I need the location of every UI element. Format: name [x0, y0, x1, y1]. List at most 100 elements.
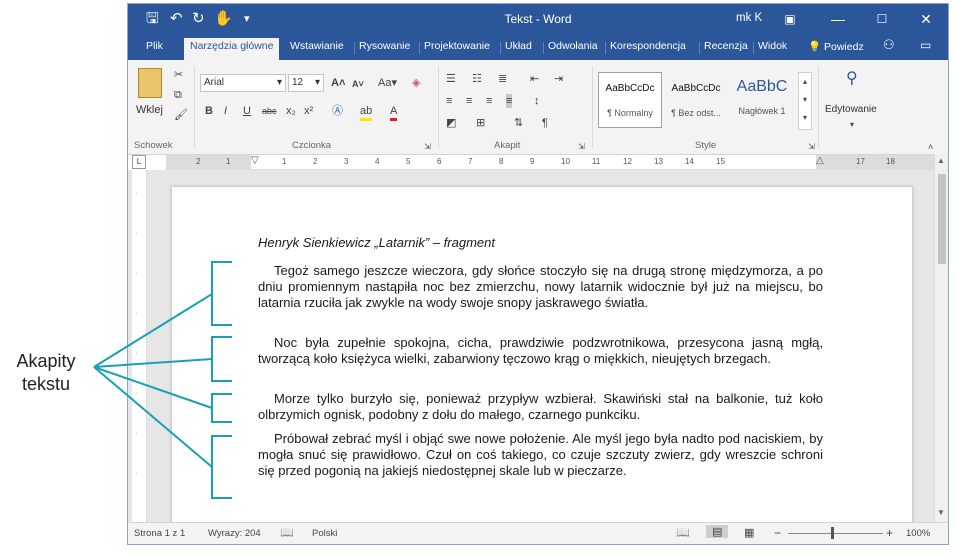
tab-draw[interactable]: Rysowanie: [359, 40, 410, 52]
language[interactable]: Polski: [312, 528, 337, 539]
underline-icon[interactable]: U: [243, 104, 251, 118]
highlight-icon[interactable]: ab: [360, 104, 373, 121]
strikethrough-icon[interactable]: abc: [262, 104, 277, 118]
increase-indent-icon[interactable]: ⇥: [554, 72, 563, 86]
subscript-icon[interactable]: x₂: [286, 104, 296, 118]
text-effects-icon[interactable]: Ⓐ: [332, 104, 343, 118]
scroll-down-icon[interactable]: ▼: [937, 508, 945, 517]
copy-icon[interactable]: ⧉: [174, 88, 182, 102]
dialog-launcher-icon[interactable]: ⇲: [578, 140, 585, 154]
tab-selector[interactable]: L: [132, 155, 146, 169]
tab-design[interactable]: Projektowanie: [424, 40, 490, 52]
align-right-icon[interactable]: ≡: [486, 94, 492, 108]
print-layout-icon[interactable]: ▤: [706, 525, 729, 538]
tab-layout[interactable]: Układ: [505, 40, 532, 52]
superscript-icon[interactable]: x²: [304, 104, 313, 118]
search-icon[interactable]: ⚲: [846, 71, 858, 87]
multilevel-list-icon[interactable]: ≣: [498, 72, 507, 86]
paste-button[interactable]: Wklej: [136, 104, 163, 116]
decrease-indent-icon[interactable]: ⇤: [530, 72, 539, 86]
vruler-tick: ·: [135, 390, 138, 397]
vruler-tick: ·: [135, 430, 138, 437]
chevron-down-icon[interactable]: ▾: [850, 118, 854, 132]
zoom-slider[interactable]: [788, 533, 883, 534]
tab-references[interactable]: Odwołania: [548, 40, 598, 52]
tab-file[interactable]: Plik: [146, 40, 163, 52]
style-normal[interactable]: AaBbCcDc ¶ Normalny: [598, 72, 662, 128]
tell-me-search[interactable]: 💡 Powiedz: [808, 40, 864, 53]
font-color-icon[interactable]: A: [390, 104, 398, 121]
styles-scroll-icon[interactable]: ▴ ▾ ▾: [798, 72, 812, 130]
window-title: Tekst - Word: [504, 12, 572, 26]
web-layout-icon[interactable]: ▦: [744, 526, 754, 539]
show-marks-icon[interactable]: ¶: [542, 116, 548, 130]
ruler-left-margin: [166, 155, 251, 169]
shrink-font-icon[interactable]: A˅: [352, 77, 364, 91]
group-separator: [592, 66, 593, 148]
right-indent-marker-icon[interactable]: △: [816, 155, 824, 166]
chevron-down-icon: ▾: [314, 77, 320, 88]
tab-mailings[interactable]: Korespondencja: [610, 40, 686, 52]
shading-icon[interactable]: ◩: [446, 116, 456, 130]
scroll-up-icon[interactable]: ▲: [937, 156, 945, 165]
clear-formatting-icon[interactable]: ◈: [412, 76, 420, 90]
zoom-out-icon[interactable]: −: [774, 526, 781, 540]
change-case-icon[interactable]: Aa▾: [378, 76, 397, 90]
align-left-icon[interactable]: ≡: [446, 94, 452, 108]
horizontal-ruler[interactable]: 2 1 ▽ 1 2 3 4 5 6 7 8 9 10 11 12 13 14 1…: [166, 155, 936, 170]
document-area: · · · · · · · · Henryk Sienkiewicz „Lata…: [128, 170, 934, 524]
style-heading-1[interactable]: AaBbC Nagłówek 1: [730, 72, 794, 128]
editing-button[interactable]: Edytowanie: [825, 104, 877, 115]
font-size-select[interactable]: 12 ▾: [288, 74, 324, 92]
vertical-ruler[interactable]: · · · · · · · ·: [132, 170, 147, 522]
zoom-slider-thumb[interactable]: [831, 527, 834, 539]
zoom-in-icon[interactable]: +: [886, 526, 893, 540]
borders-icon[interactable]: ⊞: [476, 116, 485, 130]
ruler-number: 14: [685, 157, 694, 166]
document-page[interactable]: Henryk Sienkiewicz „Latarnik” – fragment…: [171, 186, 913, 524]
style-preview: AaBbCcDc: [671, 83, 721, 94]
grow-font-icon[interactable]: A˄: [331, 76, 345, 90]
share-icon[interactable]: ⚇: [883, 37, 895, 53]
format-painter-icon[interactable]: 🖌: [174, 108, 188, 122]
style-preview: AaBbCcDc: [605, 83, 655, 94]
numbering-icon[interactable]: ☷: [472, 72, 482, 86]
user-name[interactable]: mk K: [736, 12, 762, 24]
font-name-select[interactable]: Arial ▾: [200, 74, 286, 92]
italic-icon[interactable]: I: [224, 104, 227, 118]
tab-home[interactable]: Narzędzia główne: [184, 38, 280, 60]
align-center-icon[interactable]: ≡: [466, 94, 472, 108]
ribbon: Wklej ✂ ⧉ 🖌 Schowek Arial ▾ 12 ▾ A˄ A˅ Aa▾…: [128, 60, 948, 155]
cut-icon[interactable]: ✂: [174, 68, 183, 82]
zoom-level[interactable]: 100%: [906, 528, 930, 539]
justify-icon[interactable]: ≡: [506, 94, 513, 108]
dialog-launcher-icon[interactable]: ⇲: [808, 140, 815, 154]
line-spacing-icon[interactable]: ↕: [534, 94, 540, 108]
clipboard-group-label: Schowek: [134, 140, 173, 151]
ruler-number: 2: [313, 157, 318, 166]
bold-icon[interactable]: B: [205, 104, 213, 118]
tab-insert[interactable]: Wstawianie: [290, 40, 344, 52]
page-count[interactable]: Strona 1 z 1: [134, 528, 185, 539]
word-count[interactable]: Wyrazy: 204: [208, 528, 261, 539]
dialog-launcher-icon[interactable]: ⇲: [424, 140, 431, 154]
vruler-tick: ·: [135, 310, 138, 317]
comments-icon[interactable]: ▭: [920, 38, 931, 52]
style-no-spacing[interactable]: AaBbCcDc ¶ Bez odst...: [664, 72, 728, 128]
close-icon[interactable]: ✕: [916, 9, 936, 29]
sort-icon[interactable]: ⇅: [514, 116, 523, 130]
vertical-scrollbar[interactable]: ▲ ▼: [934, 154, 948, 522]
collapse-ribbon-icon[interactable]: ˄: [928, 140, 933, 154]
scroll-thumb[interactable]: [938, 174, 946, 264]
proofing-icon[interactable]: 📖: [280, 526, 294, 539]
ribbon-display-icon[interactable]: ▣: [780, 9, 800, 29]
bullets-icon[interactable]: ☰: [446, 72, 456, 86]
tab-view[interactable]: Widok: [758, 40, 787, 52]
read-mode-icon[interactable]: 📖: [676, 526, 690, 539]
ruler-number: 1: [282, 157, 287, 166]
indent-marker-icon[interactable]: ▽: [251, 155, 259, 166]
tab-review[interactable]: Recenzja: [704, 40, 748, 52]
chevron-down-icon: ▾: [276, 77, 282, 88]
maximize-icon[interactable]: ☐: [872, 9, 892, 29]
minimize-icon[interactable]: —: [828, 9, 848, 29]
